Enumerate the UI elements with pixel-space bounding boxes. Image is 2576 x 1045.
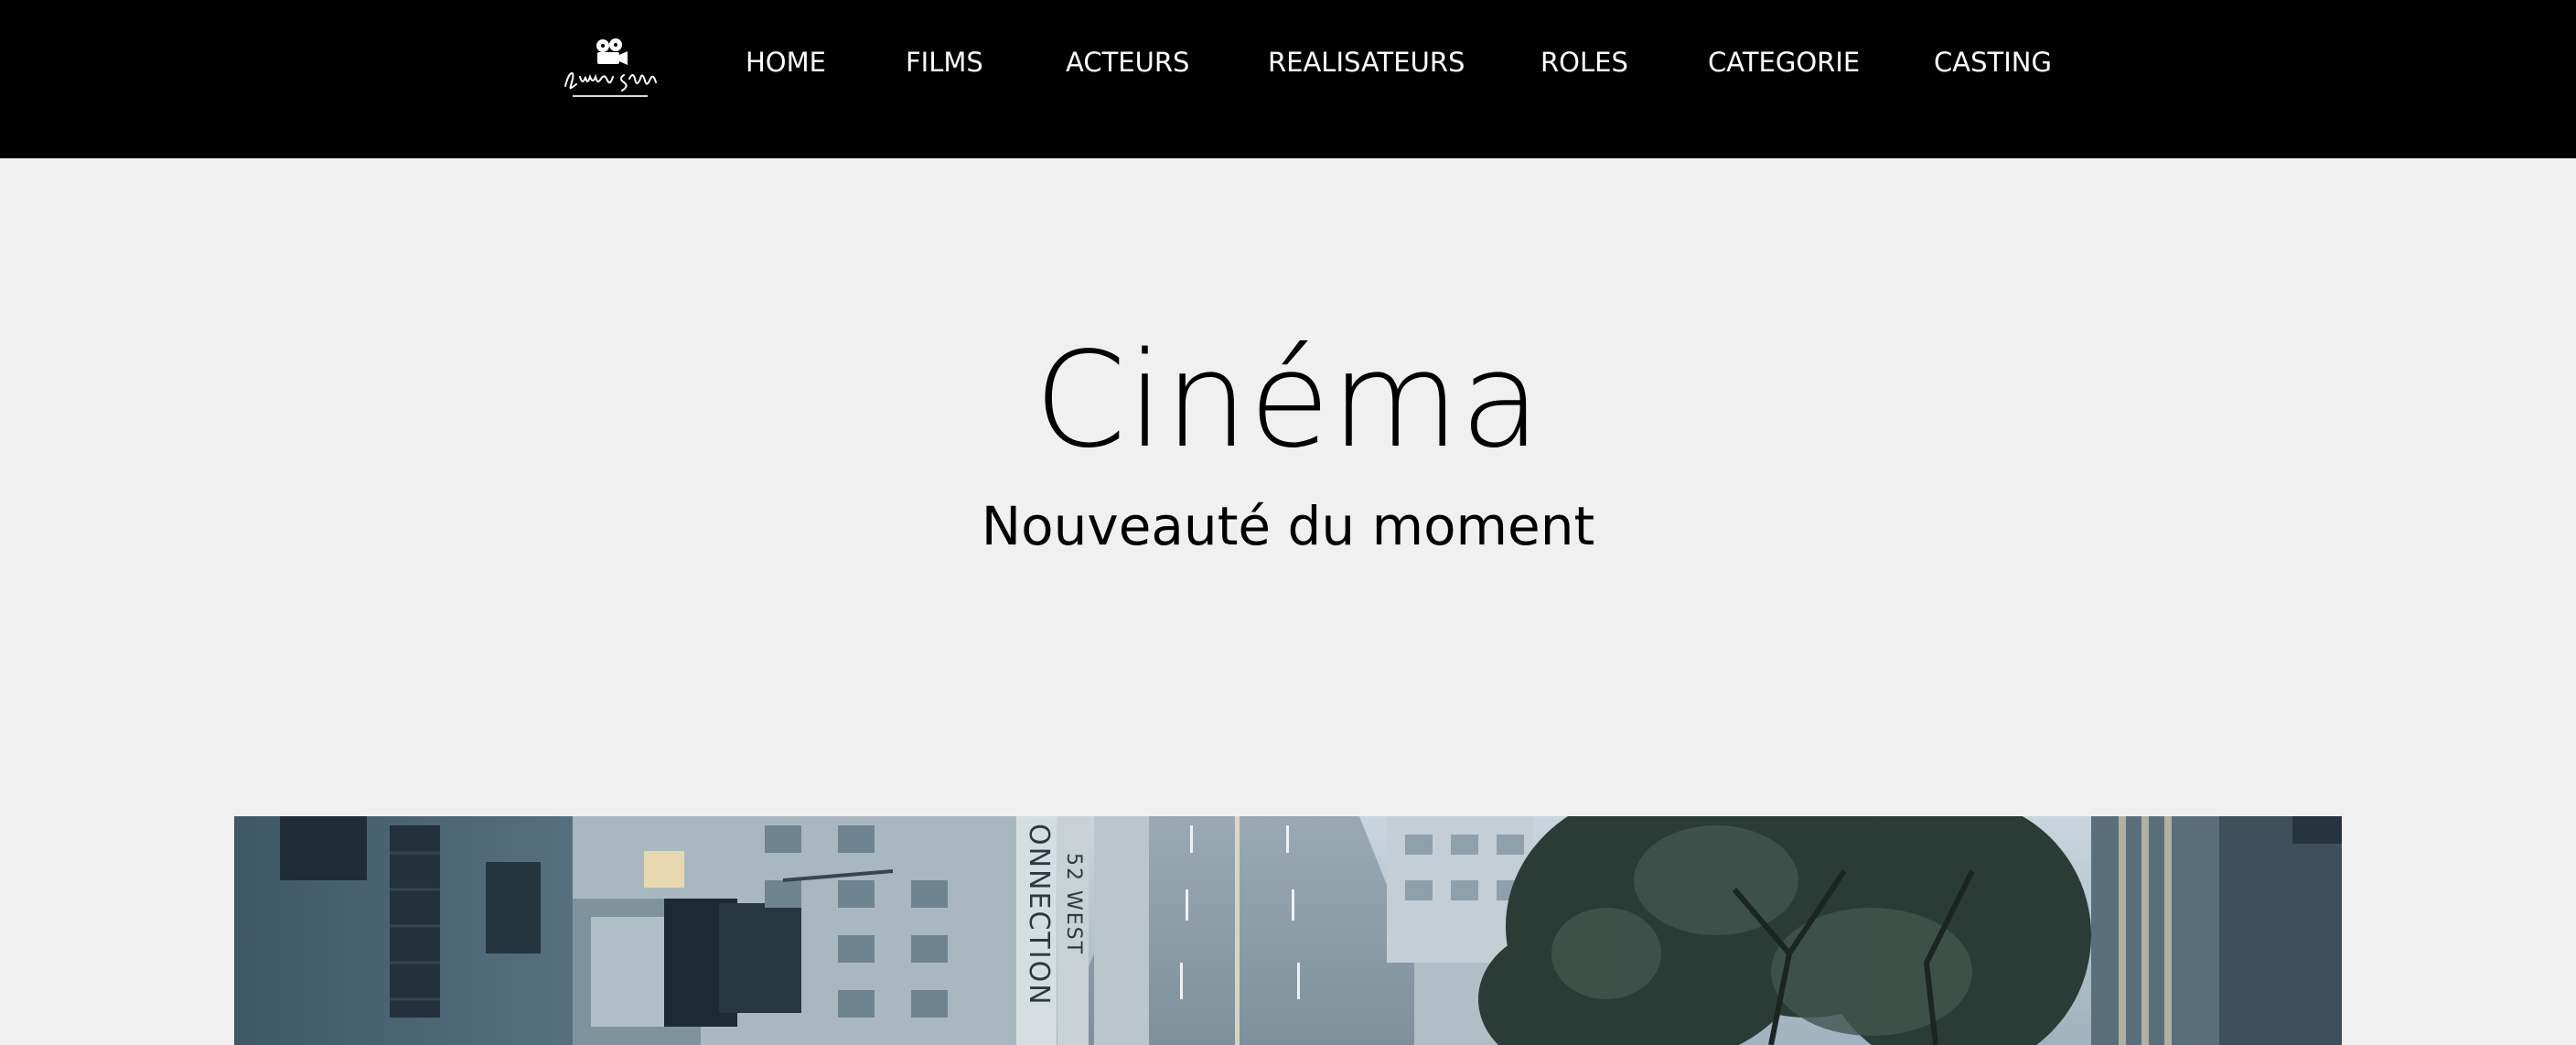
hero-banner-image: ONNECTION 52 WEST — [234, 816, 2342, 1045]
nav-item-categorie[interactable]: CATEGORIE — [1708, 40, 1860, 84]
nav-item-casting[interactable]: CASTING — [1934, 40, 2052, 84]
top-navbar: HOME FILMS ACTEURS REALISATEURS ROLES CA… — [0, 0, 2576, 158]
nav-item-acteurs[interactable]: ACTEURS — [1066, 40, 1189, 84]
main-nav: HOME FILMS ACTEURS REALISATEURS ROLES CA… — [0, 0, 2576, 124]
theater-sign-small-text: 52 WEST — [1062, 853, 1085, 955]
nav-item-roles[interactable]: ROLES — [1540, 40, 1628, 84]
page-subtitle: Nouveauté du moment — [981, 495, 1595, 557]
theater-sign-text: ONNECTION — [1023, 824, 1055, 1007]
nav-item-home[interactable]: HOME — [746, 40, 826, 84]
nav-item-films[interactable]: FILMS — [906, 40, 983, 84]
nav-item-realisateurs[interactable]: REALISATEURS — [1268, 40, 1465, 84]
page-title: Cinéma — [1034, 323, 1542, 477]
city-street-illustration: ONNECTION 52 WEST — [234, 816, 2342, 1045]
